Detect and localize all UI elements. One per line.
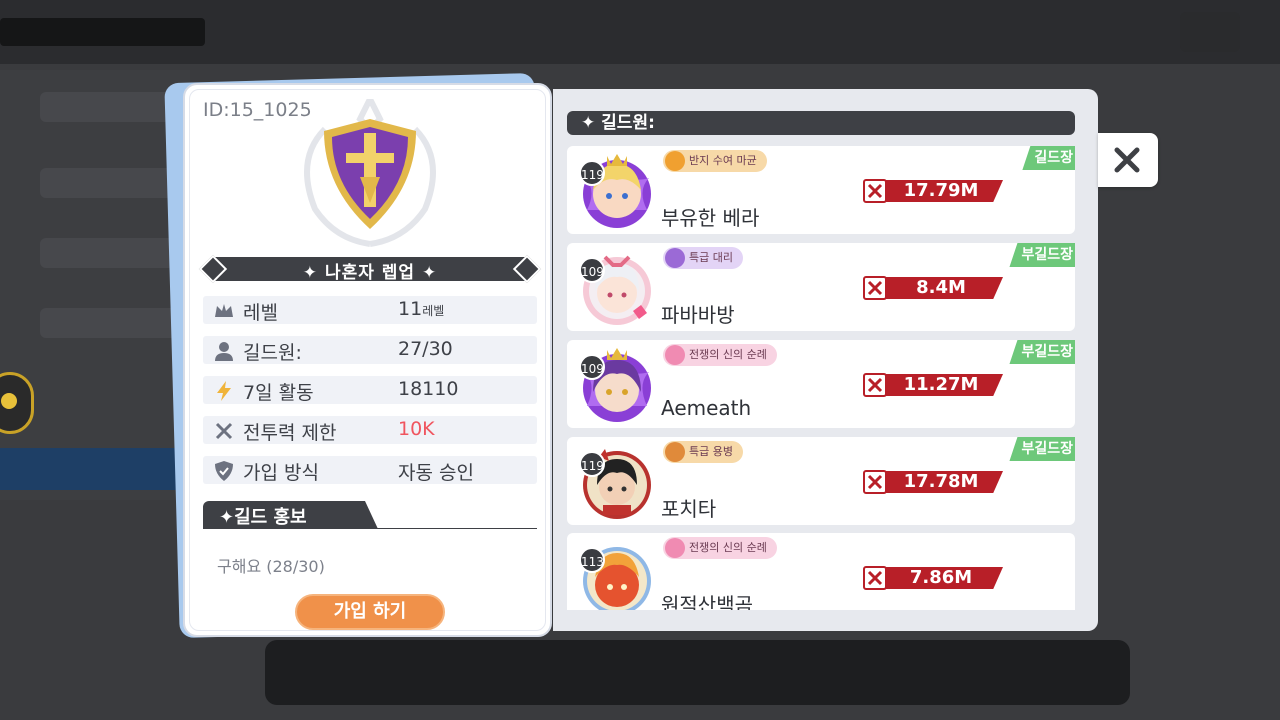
stat-row-level: 레벨 11레벨 xyxy=(203,296,537,324)
crown-icon xyxy=(215,304,233,317)
flower-icon xyxy=(665,345,685,365)
member-power-value: 8.4M xyxy=(916,277,966,298)
stat-label: 길드원: xyxy=(243,342,302,364)
white-hair-avatar[interactable]: 109 xyxy=(577,247,653,327)
member-card[interactable]: 113 전쟁의 신의 순례 원적산백곰 7.86M xyxy=(567,533,1075,610)
side-coin-icon[interactable] xyxy=(0,372,34,434)
guild-stats: 레벨 11레벨 길드원: 27/30 7일 활동 18110 전투력 제한 10… xyxy=(203,296,537,496)
member-title-label: 특급 용병 xyxy=(689,445,733,458)
promo-title: ✦길드 홍보 xyxy=(219,507,307,528)
member-title-badge: 반지 수여 마균 xyxy=(663,150,767,172)
member-power: 17.79M xyxy=(863,178,1005,204)
member-power: 17.78M xyxy=(863,469,1005,495)
member-power: 8.4M xyxy=(863,275,1005,301)
ring-icon xyxy=(665,151,685,171)
shield-check-icon xyxy=(215,461,233,481)
member-name: 파바바방 xyxy=(661,303,735,327)
member-name: 원적산백곰 xyxy=(661,593,753,610)
stat-label: 레벨 xyxy=(243,302,278,324)
close-icon xyxy=(1114,147,1140,173)
member-level-badge: 119 xyxy=(579,451,605,477)
member-name: Aemeath xyxy=(661,396,752,420)
banner-icon xyxy=(665,442,685,462)
stat-row-join-method: 가입 방식 자동 승인 xyxy=(203,456,537,484)
background-menu-button xyxy=(1180,12,1240,52)
background-side-panel xyxy=(0,70,190,500)
member-power: 7.86M xyxy=(863,565,1005,591)
stat-value: 18110 xyxy=(398,378,459,400)
member-power: 11.27M xyxy=(863,372,1005,398)
shield-sword-icon xyxy=(324,119,416,229)
guild-name: ✦ 나혼자 렙업 ✦ xyxy=(302,263,438,283)
member-card[interactable]: 119 특급 용병 포치타 17.78M 부길드장 xyxy=(567,437,1075,525)
member-list[interactable]: 119 반지 수여 마균 부유한 베라 17.79M 길드장 109 특급 대리… xyxy=(567,146,1075,610)
blonde-hero-avatar[interactable]: 119 xyxy=(577,150,653,230)
person-icon xyxy=(215,342,233,361)
member-rank-flag: 부길드장 xyxy=(1009,437,1075,461)
member-title-label: 특급 대리 xyxy=(689,251,733,264)
member-name: 포치타 xyxy=(661,497,717,521)
stat-row-members: 길드원: 27/30 xyxy=(203,336,537,364)
member-rank-flag: 길드장 xyxy=(1022,146,1075,170)
crossed-swords-icon xyxy=(863,373,887,397)
members-header-label: ✦ 길드원: xyxy=(581,113,655,133)
member-card[interactable]: 109 전쟁의 신의 순례 Aemeath 11.27M 부길드장 xyxy=(567,340,1075,428)
red-mask-avatar[interactable]: 113 xyxy=(577,537,653,610)
member-title-label: 전쟁의 신의 순례 xyxy=(689,348,767,361)
stat-label: 가입 방식 xyxy=(243,462,319,484)
member-power-value: 17.79M xyxy=(903,180,979,201)
stat-label: 7일 활동 xyxy=(243,382,314,404)
promo-tab: ✦길드 홍보 xyxy=(203,501,537,529)
member-title-badge: 특급 용병 xyxy=(663,441,743,463)
close-button[interactable] xyxy=(1098,133,1158,187)
member-level-badge: 109 xyxy=(579,354,605,380)
member-power-value: 7.86M xyxy=(909,567,973,588)
member-title-badge: 특급 대리 xyxy=(663,247,743,269)
crossed-swords-icon xyxy=(863,276,887,300)
member-rank-flag: 부길드장 xyxy=(1009,243,1075,267)
join-button[interactable]: 가입 하기 xyxy=(295,594,445,630)
member-power-value: 17.78M xyxy=(903,471,979,492)
background-title xyxy=(0,18,205,46)
rose-icon xyxy=(665,248,685,268)
member-power-value: 11.27M xyxy=(903,374,979,395)
members-header: ✦ 길드원: xyxy=(567,111,1075,135)
promo-text: 구해요 (28/30) xyxy=(217,557,325,576)
member-card[interactable]: 119 반지 수여 마균 부유한 베라 17.79M 길드장 xyxy=(567,146,1075,234)
member-card[interactable]: 109 특급 대리 파바바방 8.4M 부길드장 xyxy=(567,243,1075,331)
crossed-swords-icon xyxy=(863,470,887,494)
guild-emblem xyxy=(285,99,455,249)
crossed-swords-icon xyxy=(215,422,233,440)
guild-name-banner: ✦ 나혼자 렙업 ✦ xyxy=(198,254,542,284)
lightning-icon xyxy=(217,381,231,401)
member-level-badge: 109 xyxy=(579,257,605,283)
crossed-swords-icon xyxy=(863,179,887,203)
guild-info-card: ID:15_1025 ✦ 나혼자 렙업 ✦ 레벨 11레벨 길드원: 27/30… xyxy=(183,83,552,637)
flower-icon xyxy=(665,538,685,558)
member-title-badge: 전쟁의 신의 순례 xyxy=(663,344,777,366)
stat-value: 27/30 xyxy=(398,338,453,360)
background-row xyxy=(40,308,190,338)
member-title-badge: 전쟁의 신의 순례 xyxy=(663,537,777,559)
stat-value: 10K xyxy=(398,418,435,440)
stat-row-activity: 7일 활동 18110 xyxy=(203,376,537,404)
member-title-label: 반지 수여 마균 xyxy=(689,154,757,167)
purple-hair-avatar[interactable]: 109 xyxy=(577,344,653,424)
stat-label: 전투력 제한 xyxy=(243,422,337,444)
background-selected-row xyxy=(0,448,190,490)
stat-row-power-limit: 전투력 제한 10K xyxy=(203,416,537,444)
member-level-badge: 113 xyxy=(579,547,605,573)
crossed-swords-icon xyxy=(863,566,887,590)
stat-value: 11레벨 xyxy=(398,298,445,320)
background-row xyxy=(40,238,190,268)
member-level-badge: 119 xyxy=(579,160,605,186)
background-bottom-button xyxy=(265,640,1130,705)
stat-value: 자동 승인 xyxy=(398,462,474,484)
member-name: 부유한 베라 xyxy=(661,206,760,230)
member-rank-flag: 부길드장 xyxy=(1009,340,1075,364)
member-title-label: 전쟁의 신의 순례 xyxy=(689,541,767,554)
dark-hair-avatar[interactable]: 119 xyxy=(577,441,653,521)
